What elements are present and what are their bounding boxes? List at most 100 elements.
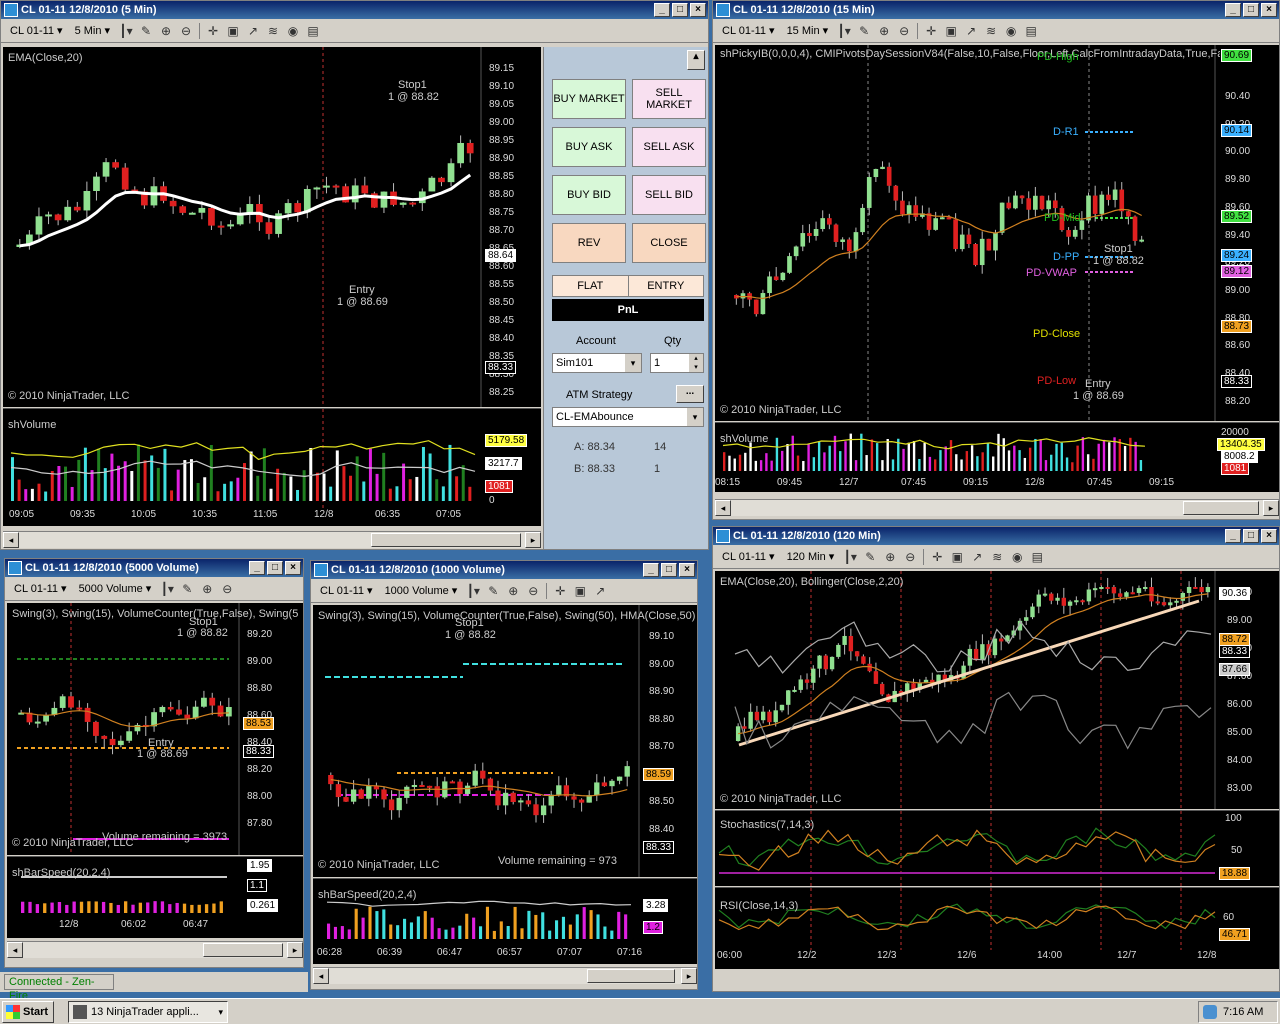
indicators-icon[interactable]: ≋ [984,24,998,38]
atm-strategy-select[interactable]: CL-EMAbounce ▾ [552,407,704,427]
close-position-button[interactable]: CLOSE [632,223,706,263]
close-button[interactable]: × [1261,3,1277,17]
minimize-button[interactable]: _ [1225,3,1241,17]
pencil-icon[interactable]: ✎ [863,550,877,564]
interval-selector[interactable]: 15 Min ▾ [784,24,832,38]
properties-icon[interactable]: ▣ [950,550,964,564]
minimize-button[interactable]: _ [654,3,670,17]
minimize-button[interactable]: _ [643,563,659,577]
maximize-button[interactable]: □ [672,3,688,17]
zoom-out-icon[interactable]: ⊖ [179,24,193,38]
zoom-in-icon[interactable]: ⊕ [159,24,173,38]
scroll-left[interactable]: ◂ [7,942,23,958]
zoom-out-icon[interactable]: ⊖ [526,584,540,598]
scroll-thumb[interactable] [203,943,283,957]
window-titlebar[interactable]: CL 01-11 12/8/2010 (5000 Volume) _ □ × [5,559,303,577]
bar-type-icon[interactable]: ┃▾ [160,582,174,596]
network-tray-icon[interactable] [1203,1005,1217,1019]
strategy-icon[interactable]: ◉ [1010,550,1024,564]
interval-selector[interactable]: 5000 Volume ▾ [76,582,155,596]
price-panel[interactable]: Swing(3), Swing(15), VolumeCounter(True,… [313,605,697,877]
window-titlebar[interactable]: CL 01-11 12/8/2010 (5 Min) _ □ × [1,1,708,19]
data-box-icon[interactable]: ▤ [306,24,320,38]
strategy-icon[interactable]: ◉ [286,24,300,38]
properties-icon[interactable]: ▣ [944,24,958,38]
crosshair-icon[interactable]: ✛ [930,550,944,564]
maximize-button[interactable]: □ [267,561,283,575]
indicators-icon[interactable]: ≋ [266,24,280,38]
pencil-icon[interactable]: ✎ [857,24,871,38]
rev-button[interactable]: REV [552,223,626,263]
scroll-right[interactable]: ▸ [1263,500,1279,516]
minimize-button[interactable]: _ [1225,529,1241,543]
dropdown-arrow-icon[interactable]: ▾ [687,408,703,426]
stochastics-panel[interactable]: Stochastics(7,14,3) 100 50 18.88 [715,810,1279,886]
horizontal-scrollbar[interactable]: ◂ ▸ [313,967,697,984]
chart-trader-icon[interactable]: ↗ [246,24,260,38]
volume-panel[interactable]: shVolume 5179.58 3217.7 1081 0 09:05 09:3… [3,408,541,526]
price-panel[interactable]: shPickyIB(0,0,0,4), CMIPivotsDaySessionV… [715,45,1279,421]
chart-trader-icon[interactable]: ↗ [970,550,984,564]
sell-bid-button[interactable]: SELL BID [632,175,706,215]
maximize-button[interactable]: □ [1243,3,1259,17]
instrument-selector[interactable]: CL 01-11 ▾ [719,550,778,564]
scroll-left[interactable]: ◂ [715,500,731,516]
zoom-in-icon[interactable]: ⊕ [200,582,214,596]
spinner-icon[interactable]: ▴ ▾ [689,354,703,372]
zoom-out-icon[interactable]: ⊖ [903,550,917,564]
indicators-icon[interactable]: ≋ [990,550,1004,564]
bar-type-icon[interactable]: ┃▾ [843,550,857,564]
sell-ask-button[interactable]: SELL ASK [632,127,706,167]
zoom-in-icon[interactable]: ⊕ [883,550,897,564]
scroll-right[interactable]: ▸ [681,968,697,984]
properties-icon[interactable]: ▣ [573,584,587,598]
maximize-button[interactable]: □ [1243,529,1259,543]
pencil-icon[interactable]: ✎ [180,582,194,596]
dropdown-arrow-icon[interactable]: ▾ [625,354,641,372]
crosshair-icon[interactable]: ✛ [924,24,938,38]
crosshair-icon[interactable]: ✛ [206,24,220,38]
close-button[interactable]: × [690,3,706,17]
window-titlebar[interactable]: CL 01-11 12/8/2010 (15 Min) _ □ × [713,1,1279,19]
pencil-icon[interactable]: ✎ [486,584,500,598]
start-button[interactable]: Start [2,1001,54,1023]
data-box-icon[interactable]: ▤ [1024,24,1038,38]
sell-market-button[interactable]: SELL MARKET [632,79,706,119]
chart-trader-icon[interactable]: ↗ [964,24,978,38]
horizontal-scrollbar[interactable]: ◂ ▸ [7,941,303,958]
crosshair-icon[interactable]: ✛ [553,584,567,598]
scroll-thumb[interactable] [371,533,521,547]
window-titlebar[interactable]: CL 01-11 12/8/2010 (120 Min) _ □ × [713,527,1279,545]
horizontal-scrollbar[interactable]: ◂ ▸ [3,531,541,548]
scroll-right[interactable]: ▸ [525,532,541,548]
instrument-selector[interactable]: CL 01-11 ▾ [11,582,70,596]
scroll-right[interactable]: ▸ [287,942,303,958]
close-button[interactable]: × [285,561,301,575]
data-box-icon[interactable]: ▤ [1030,550,1044,564]
price-panel[interactable]: EMA(Close,20) © 2010 NinjaTrader, LLC St… [3,47,541,407]
clock[interactable]: 7:16 AM [1223,1006,1263,1018]
window-titlebar[interactable]: CL 01-11 12/8/2010 (1000 Volume) _ □ × [311,561,697,579]
instrument-selector[interactable]: CL 01-11 ▾ [719,24,778,38]
price-panel[interactable]: Swing(3), Swing(15), VolumeCounter(True,… [7,603,303,855]
buy-bid-button[interactable]: BUY BID [552,175,626,215]
volume-panel[interactable]: shVolume 20000 13404.35 8008.2 1081 08:1… [715,422,1279,492]
atm-more-button[interactable]: ... [676,385,704,403]
close-button[interactable]: × [1261,529,1277,543]
bar-type-icon[interactable]: ┃▾ [837,24,851,38]
barspeed-panel[interactable]: shBarSpeed(20,2,4) 1.95 1.1 0.261 12/8 06… [7,856,303,938]
buy-ask-button[interactable]: BUY ASK [552,127,626,167]
barspeed-panel[interactable]: shBarSpeed(20,2,4) 3.28 1.2 06:28 06:39 06… [313,878,697,964]
zoom-in-icon[interactable]: ⊕ [877,24,891,38]
scroll-left[interactable]: ◂ [313,968,329,984]
scroll-thumb[interactable] [1183,501,1259,515]
taskbar-item-ninjatrader[interactable]: 13 NinjaTrader appli... ▾ [68,1001,228,1023]
scroll-left[interactable]: ◂ [3,532,19,548]
bar-type-icon[interactable]: ┃▾ [466,584,480,598]
interval-selector[interactable]: 120 Min ▾ [784,550,838,564]
instrument-selector[interactable]: CL 01-11 ▾ [317,584,376,598]
horizontal-scrollbar[interactable]: ◂ ▸ [715,499,1279,516]
pencil-icon[interactable]: ✎ [139,24,153,38]
zoom-out-icon[interactable]: ⊖ [897,24,911,38]
instrument-selector[interactable]: CL 01-11 ▾ [7,24,66,38]
